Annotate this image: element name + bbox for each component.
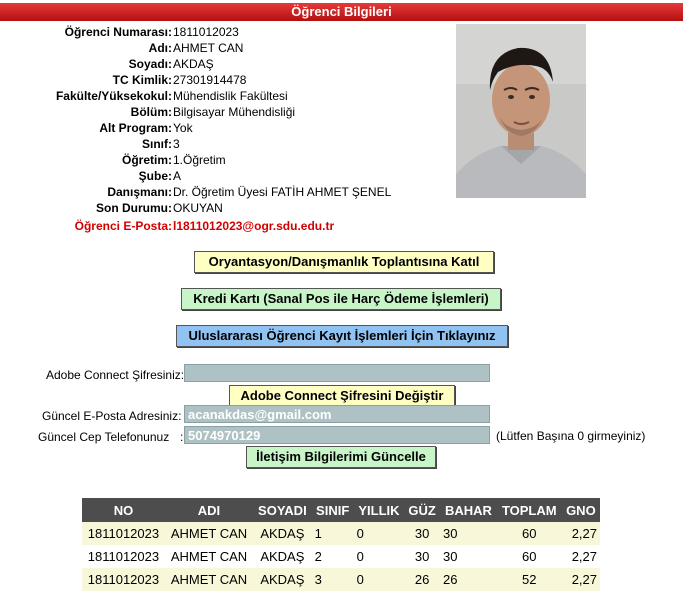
info-value: OKUYAN [173,201,223,215]
table-cell: 1 [311,522,354,545]
table-cell: 60 [496,545,562,568]
info-row-faculty: Fakülte/Yüksekokul: Mühendislik Fakültesi [0,88,440,104]
student-photo-image [456,24,586,198]
info-value: 3 [173,137,180,151]
table-row: 1811012023 AHMET CAN AKDAŞ 1 0 30 30 60 … [82,522,600,545]
info-row-surname: Soyadı: AKDAŞ [0,56,440,72]
column-header: GÜZ [404,498,441,522]
column-header: NO [82,498,165,522]
table-cell: 2 [311,545,354,568]
student-email-value: l1811012023@ogr.sdu.edu.tr [173,219,335,233]
phone-colon: : [180,430,184,444]
email-input[interactable]: acanakdas@gmail.com [184,405,490,423]
table-cell: 30 [404,545,441,568]
table-cell: 1811012023 [82,568,165,591]
info-row-status: Son Durumu: OKUYAN [0,200,440,216]
table-cell: 26 [404,568,441,591]
info-label: Öğretim [121,153,168,167]
international-student-button[interactable]: Uluslararası Öğrenci Kayıt İşlemleri İçi… [176,325,508,347]
column-header: BAHAR [440,498,497,522]
info-row-advisor: Danışmanı: Dr. Öğretim Üyesi FATİH AHMET … [0,184,440,200]
phone-label: Güncel Cep Telefonunuz [38,430,170,444]
info-label: TC Kimlik [112,73,168,87]
table-cell: 0 [353,522,405,545]
table-cell: 2,27 [561,568,600,591]
table-cell: AKDAŞ [253,545,312,568]
student-info: Öğrenci Numarası:1811012023 Adı: AHMET CA… [0,24,440,234]
info-row-tc-id: TC Kimlik:27301914478 [0,72,440,88]
info-label: Soyadı [128,57,168,71]
info-label: Sınıf [142,137,168,151]
info-value: AKDAŞ [173,57,214,71]
table-row: 1811012023 AHMET CAN AKDAŞ 3 0 26 26 52 … [82,568,600,591]
table-cell: AHMET CAN [164,522,254,545]
info-label: Fakülte/Yüksekokul [55,89,168,103]
page-title: Öğrenci Bilgileri [0,3,683,21]
table-cell: 30 [440,545,497,568]
info-row-section: Şube: A [0,168,440,184]
info-row-email: Öğrenci E-Posta: l1811012023@ogr.sdu.edu.… [0,218,440,234]
info-row-name: Adı: AHMET CAN [0,40,440,56]
info-label: Alt Program [99,121,168,135]
info-row-department: Bölüm: Bilgisayar Mühendisliği [0,104,440,120]
credit-card-payment-button[interactable]: Kredi Kartı (Sanal Pos ile Harç Ödeme İş… [181,288,501,310]
table-header-row: NO ADI SOYADI SINIF YILLIK GÜZ BAHAR TOP… [82,498,600,522]
column-header: YILLIK [353,498,405,522]
column-header: TOPLAM [496,498,562,522]
info-value: 1.Öğretim [173,153,226,167]
email-label: Güncel E-Posta Adresiniz: [42,409,182,423]
adobe-password-label: Adobe Connect Şifresiniz: [46,368,185,382]
info-value: AHMET CAN [173,41,244,55]
info-value: Yok [173,121,193,135]
table-cell: AHMET CAN [164,545,254,568]
table-cell: AKDAŞ [253,522,312,545]
table-cell: AKDAŞ [253,568,312,591]
adobe-password-input[interactable] [184,364,490,382]
info-label: Şube [138,169,168,183]
table-cell: 30 [404,522,441,545]
change-adobe-password-button[interactable]: Adobe Connect Şifresini Değiştir [229,385,455,407]
column-header: GNO [561,498,600,522]
orientation-meeting-button[interactable]: Oryantasyon/Danışmanlık Toplantısına Kat… [194,251,494,273]
table-cell: 2,27 [561,522,600,545]
info-label: Danışmanı [107,185,168,199]
table-cell: 0 [353,568,405,591]
table-cell: 1811012023 [82,545,165,568]
info-row-class: Sınıf:3 [0,136,440,152]
info-row-student-number: Öğrenci Numarası:1811012023 [0,24,440,40]
update-contact-button[interactable]: İletişim Bilgilerimi Güncelle [246,446,436,468]
table-cell: 60 [496,522,562,545]
table-cell: 30 [440,522,497,545]
column-header: SOYADI [253,498,312,522]
table-row: 1811012023 AHMET CAN AKDAŞ 2 0 30 30 60 … [82,545,600,568]
table-cell: 2,27 [561,545,600,568]
table-cell: 52 [496,568,562,591]
info-value: Bilgisayar Mühendisliği [173,105,296,119]
info-value: Dr. Öğretim Üyesi FATİH AHMET ŞENEL [173,185,392,199]
info-label: Adı [148,41,168,55]
table-cell: 0 [353,545,405,568]
table-cell: 1811012023 [82,522,165,545]
table-cell: 3 [311,568,354,591]
info-value: A [173,169,182,183]
info-label: Bölüm [130,105,168,119]
column-header: ADI [164,498,254,522]
info-row-sub-program: Alt Program: Yok [0,120,440,136]
info-label: Öğrenci Numarası [64,25,168,39]
table-cell: 26 [440,568,497,591]
phone-hint: (Lütfen Başına 0 girmeyiniz) [496,429,646,443]
info-value: 1811012023 [173,25,239,39]
table-cell: AHMET CAN [164,568,254,591]
student-photo [456,24,586,198]
column-header: SINIF [311,498,354,522]
grades-table: NO ADI SOYADI SINIF YILLIK GÜZ BAHAR TOP… [82,498,600,591]
info-value: 27301914478 [173,73,247,87]
info-label: Öğrenci E-Posta [74,219,168,233]
info-row-education: Öğretim:1.Öğretim [0,152,440,168]
info-label: Son Durumu [96,201,168,215]
info-value: Mühendislik Fakültesi [173,89,288,103]
phone-input[interactable]: 5074970129 [184,426,490,444]
